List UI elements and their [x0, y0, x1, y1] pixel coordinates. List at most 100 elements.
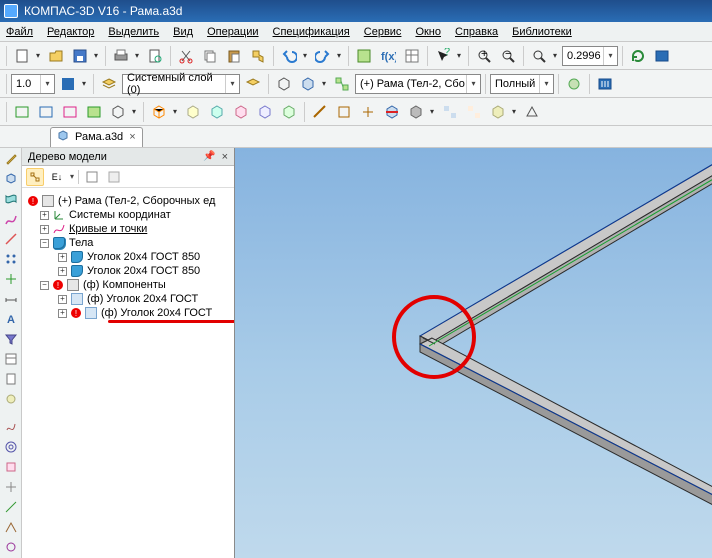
view-opt-b[interactable]	[206, 101, 228, 123]
line-weight-combo[interactable]: 1.0 ▾	[11, 74, 55, 94]
tree-more-button[interactable]	[105, 168, 123, 186]
vtool-q7[interactable]	[2, 538, 20, 556]
vtool-q5[interactable]	[2, 498, 20, 516]
print-preview-button[interactable]	[144, 45, 166, 67]
doc-tab-rama[interactable]: Рама.a3d ×	[50, 127, 143, 147]
vtool-q1[interactable]	[2, 418, 20, 436]
cut-button[interactable]	[175, 45, 197, 67]
format-painter-button[interactable]	[247, 45, 269, 67]
vtool-q6[interactable]	[2, 518, 20, 536]
menu-help[interactable]: Справка	[455, 26, 498, 38]
vtool-q3[interactable]	[2, 458, 20, 476]
expander-icon[interactable]: +	[58, 309, 67, 318]
tree-component-1[interactable]: + (ф) Уголок 20x4 ГОСТ	[24, 292, 232, 306]
3d-viewport[interactable]	[235, 148, 712, 558]
chevron-down-icon[interactable]: ▾	[70, 172, 74, 181]
sketch-button[interactable]	[353, 45, 375, 67]
expander-icon[interactable]: −	[40, 281, 49, 290]
vtool-body[interactable]	[2, 170, 20, 188]
vtool-spec[interactable]	[2, 350, 20, 368]
vtool-surface[interactable]	[2, 190, 20, 208]
vtool-text[interactable]: A	[2, 310, 20, 328]
measure-b[interactable]	[333, 101, 355, 123]
menu-window[interactable]: Окно	[415, 26, 441, 38]
print-button[interactable]	[110, 45, 132, 67]
open-button[interactable]	[45, 45, 67, 67]
measure-a[interactable]	[309, 101, 331, 123]
fullscreen-button[interactable]	[651, 45, 673, 67]
expander-icon[interactable]: +	[58, 253, 67, 262]
assembly-combo[interactable]: (+) Рама (Тел-2, Сбо ▾	[355, 74, 481, 94]
tree-root[interactable]: ! (+) Рама (Тел-2, Сборочных ед	[24, 194, 232, 208]
menu-view[interactable]: Вид	[173, 26, 193, 38]
expander-icon[interactable]: +	[40, 211, 49, 220]
grip[interactable]	[6, 74, 7, 94]
zoom-fit-button[interactable]	[528, 45, 550, 67]
view-wire-multi[interactable]	[59, 101, 81, 123]
simplify-dropdown[interactable]	[509, 101, 519, 123]
menu-libraries[interactable]: Библиотеки	[512, 26, 572, 38]
tree-mode-list[interactable]: E↓	[48, 168, 66, 186]
measure-c[interactable]	[357, 101, 379, 123]
view-wire-green[interactable]	[11, 101, 33, 123]
tree-bodies[interactable]: − Тела	[24, 236, 232, 250]
shade-dropdown[interactable]	[427, 101, 437, 123]
expander-icon[interactable]: +	[40, 225, 49, 234]
vtool-q4[interactable]	[2, 478, 20, 496]
refresh-button[interactable]	[627, 45, 649, 67]
tree-props-button[interactable]	[83, 168, 101, 186]
help-pointer-button[interactable]: ?	[432, 45, 454, 67]
tree-components[interactable]: − ! (ф) Компоненты	[24, 278, 232, 292]
explode-b[interactable]	[463, 101, 485, 123]
menu-edit[interactable]: Редактор	[47, 26, 94, 38]
copy-button[interactable]	[199, 45, 221, 67]
vtool-dim[interactable]	[2, 290, 20, 308]
view-opt-d[interactable]	[254, 101, 276, 123]
library-button[interactable]	[594, 73, 616, 95]
view-shaded-green[interactable]	[83, 101, 105, 123]
close-icon[interactable]: ×	[222, 151, 228, 163]
fx-button[interactable]: f(x)	[377, 45, 399, 67]
view-iso-dropdown[interactable]	[129, 101, 139, 123]
pin-icon[interactable]: 📌	[203, 151, 215, 162]
view-wireframe[interactable]	[148, 101, 170, 123]
undo-dropdown[interactable]	[300, 45, 310, 67]
save-dropdown[interactable]	[91, 45, 101, 67]
color-chooser-button[interactable]	[57, 73, 79, 95]
new-button[interactable]	[11, 45, 33, 67]
vtool-report[interactable]	[2, 370, 20, 388]
layers-button[interactable]	[242, 73, 264, 95]
menu-operations[interactable]: Операции	[207, 26, 258, 38]
vtool-q2[interactable]	[2, 438, 20, 456]
tree-component-2[interactable]: + ! (ф) Уголок 20x4 ГОСТ	[24, 306, 232, 320]
vtool-filter[interactable]	[2, 330, 20, 348]
layer-combo[interactable]: Системный слой (0) ▾	[122, 74, 240, 94]
menu-select[interactable]: Выделить	[108, 26, 159, 38]
assembly-tree-button[interactable]	[331, 73, 353, 95]
material-button[interactable]	[563, 73, 585, 95]
redo-button[interactable]	[312, 45, 334, 67]
view-wireframe-dropdown[interactable]	[170, 101, 180, 123]
new-dropdown[interactable]	[33, 45, 43, 67]
vtool-line[interactable]	[2, 230, 20, 248]
tree-coord-systems[interactable]: + Системы координат	[24, 208, 232, 222]
perspective[interactable]	[521, 101, 543, 123]
layer-manager-button[interactable]	[98, 73, 120, 95]
render-mode-combo[interactable]: Полный ▾	[490, 74, 554, 94]
orientation-dropdown[interactable]	[319, 73, 329, 95]
save-button[interactable]	[69, 45, 91, 67]
view-opt-e[interactable]	[278, 101, 300, 123]
zoom-in-button[interactable]: +	[473, 45, 495, 67]
expander-icon[interactable]: −	[40, 239, 49, 248]
isometric-button[interactable]	[273, 73, 295, 95]
shade-mode[interactable]	[405, 101, 427, 123]
view-wire-blue[interactable]	[35, 101, 57, 123]
explode-a[interactable]	[439, 101, 461, 123]
view-opt-c[interactable]	[230, 101, 252, 123]
tree-body-1[interactable]: + Уголок 20x4 ГОСТ 850	[24, 250, 232, 264]
zoom-fit-dropdown[interactable]	[550, 45, 560, 67]
zoom-level-combo[interactable]: 0.2996 ▾	[562, 46, 618, 66]
section-view[interactable]	[381, 101, 403, 123]
vtool-aux[interactable]	[2, 270, 20, 288]
menu-file[interactable]: Файл	[6, 26, 33, 38]
